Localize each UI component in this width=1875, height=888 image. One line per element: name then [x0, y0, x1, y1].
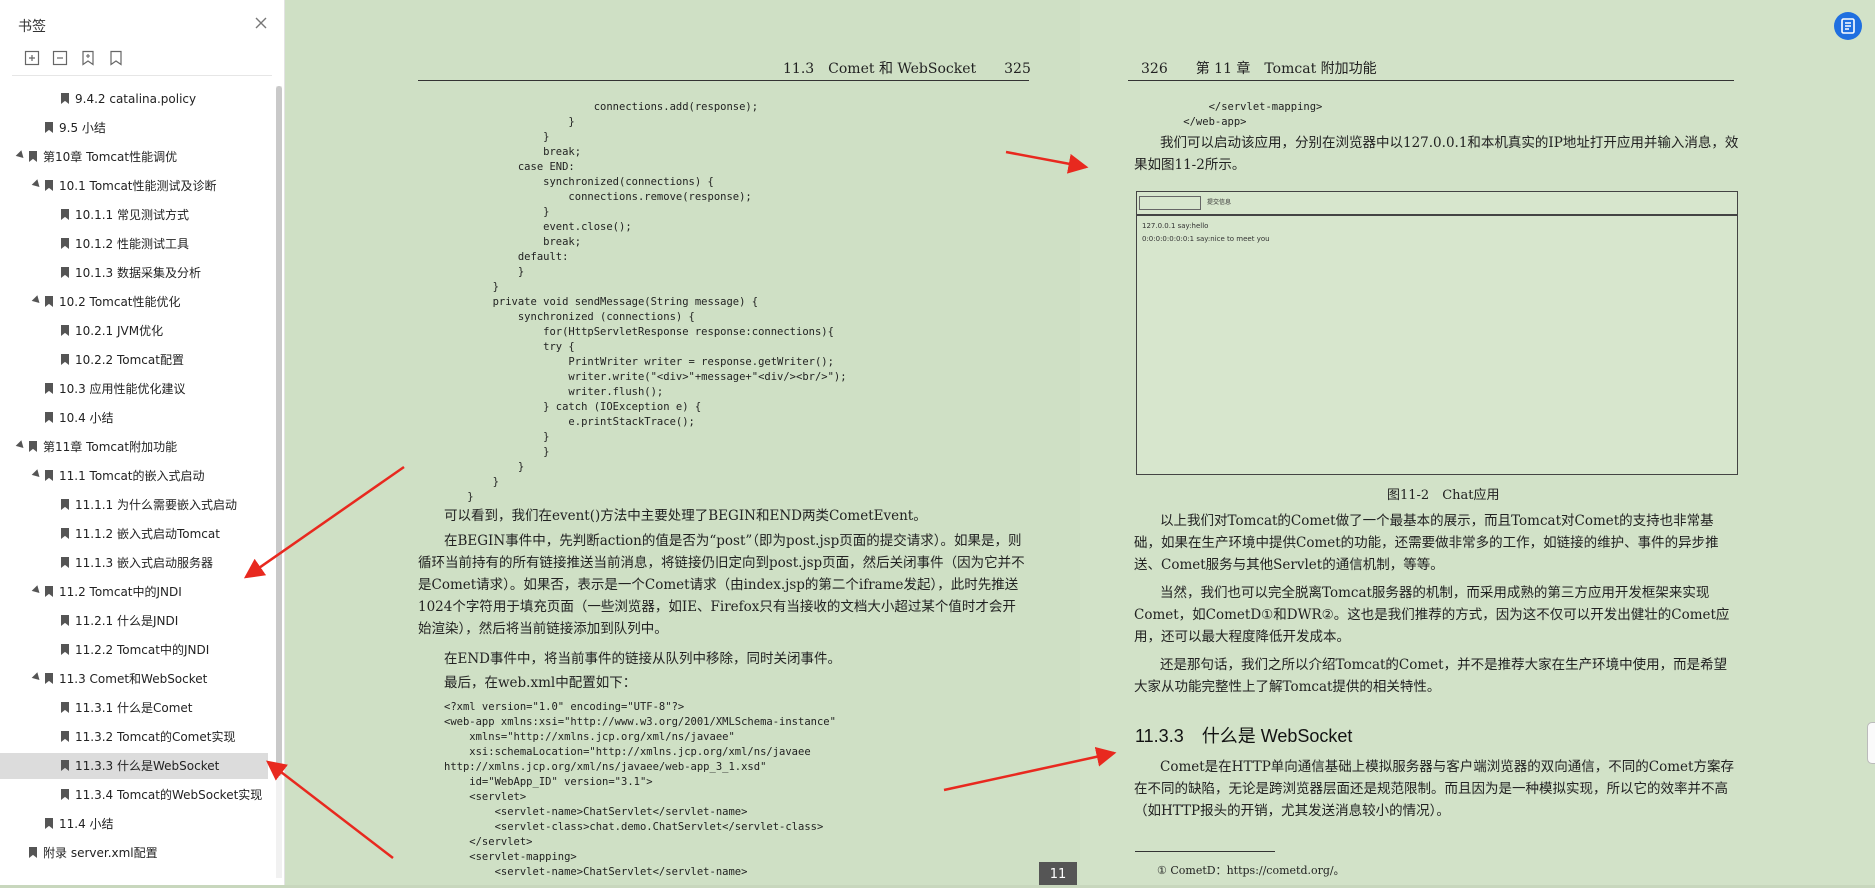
- red-arrow: [243, 465, 405, 579]
- side-panel-handle[interactable]: [1867, 722, 1875, 764]
- red-arrow: [943, 746, 1117, 792]
- red-arrow: [266, 760, 394, 859]
- reader-mode-button[interactable]: [1834, 12, 1862, 40]
- annotation-layer: [243, 150, 1117, 859]
- document-icon: [1841, 18, 1855, 34]
- red-arrow: [1005, 150, 1089, 174]
